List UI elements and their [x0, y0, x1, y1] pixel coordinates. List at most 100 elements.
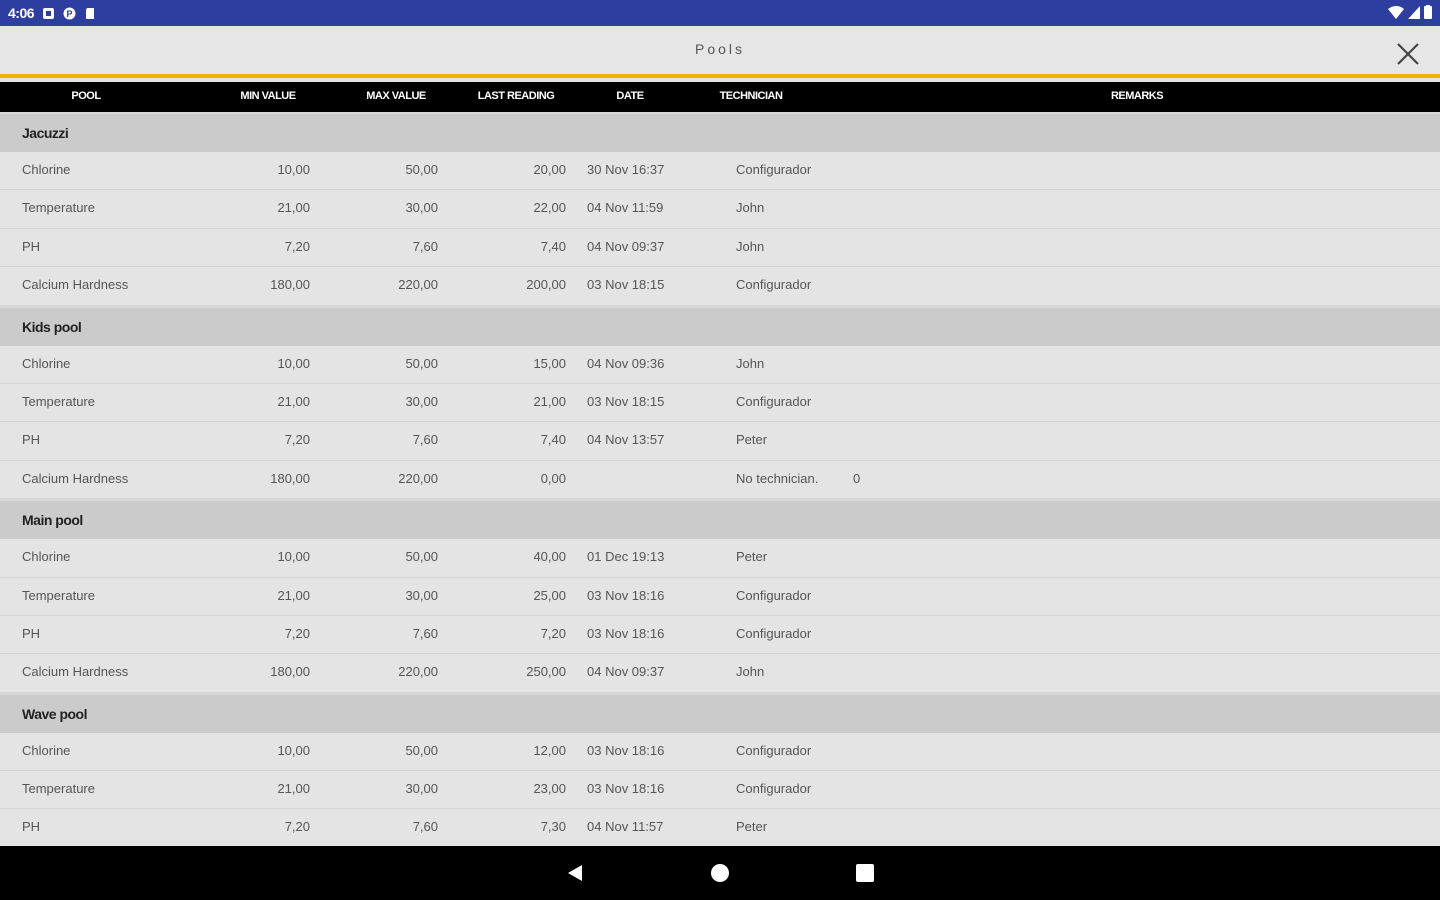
group-header[interactable]: Main pool [0, 499, 1440, 540]
cell-technician: Configurador [736, 625, 812, 641]
table-row[interactable]: PH 7,20 7,60 7,40 04 Nov 13:57 Peter [0, 422, 1440, 461]
cell-technician: No technician. [736, 470, 819, 486]
group-name: Wave pool [22, 705, 88, 722]
cell-max-value: 50,00 [405, 355, 438, 371]
notification-icon [43, 7, 55, 19]
group-name: Main pool [22, 512, 83, 529]
cell-last-reading: 7,40 [540, 432, 566, 448]
cell-remarks: 0 [853, 470, 861, 486]
navigation-bar [0, 846, 1440, 900]
table-row[interactable]: Chlorine 10,00 50,00 40,00 01 Dec 19:13 … [0, 539, 1440, 578]
cell-min-value: 10,00 [277, 162, 310, 177]
cell-last-reading: 7,20 [540, 625, 566, 641]
cell-max-value: 30,00 [405, 200, 438, 216]
group-header[interactable]: Wave pool [0, 692, 1440, 733]
cell-technician: John [736, 238, 765, 254]
column-header-date: DATE [616, 90, 644, 102]
table-row[interactable]: Calcium Hardness 180,00 220,00 0,00 No t… [0, 460, 1440, 500]
table-row[interactable]: Temperature 21,00 30,00 21,00 03 Nov 18:… [0, 383, 1440, 423]
cell-technician: John [736, 355, 765, 371]
cell-date: 01 Dec 19:13 [587, 549, 665, 565]
cell-date: 03 Nov 18:16 [587, 625, 665, 641]
cell-last-reading: 200,00 [526, 277, 566, 293]
table-row[interactable]: PH 7,20 7,60 7,40 04 Nov 09:37 John [0, 228, 1440, 268]
group-header[interactable]: Jacuzzi [0, 112, 1440, 152]
cell-date: 04 Nov 11:59 [587, 200, 664, 216]
cell-min-value: 21,00 [277, 200, 310, 216]
cell-last-reading: 23,00 [533, 781, 566, 797]
sd-card-icon [86, 7, 95, 19]
cell-max-value: 7,60 [412, 625, 438, 641]
group-name: Jacuzzi [22, 125, 69, 141]
cell-technician: John [736, 200, 765, 216]
cell-last-reading: 7,40 [540, 238, 566, 254]
cell-parameter: Temperature [22, 200, 95, 216]
cell-min-value: 21,00 [277, 393, 310, 409]
cell-date: 04 Nov 11:57 [587, 819, 664, 835]
cell-last-reading: 40,00 [533, 549, 566, 565]
cell-date: 30 Nov 16:37 [587, 162, 665, 177]
table-header: POOL MIN VALUE MAX VALUE LAST READING DA… [0, 82, 1440, 112]
cell-max-value: 220,00 [398, 277, 438, 293]
cell-max-value: 30,00 [405, 393, 438, 409]
cell-last-reading: 21,00 [533, 393, 566, 409]
table-row[interactable]: Temperature 21,00 30,00 23,00 03 Nov 18:… [0, 771, 1440, 810]
status-bar: 4:06 P [0, 0, 1440, 26]
cell-min-value: 10,00 [277, 742, 310, 758]
cell-parameter: PH [22, 625, 41, 641]
cell-parameter: Temperature [22, 781, 95, 797]
table-row[interactable]: Temperature 21,00 30,00 25,00 03 Nov 18:… [0, 577, 1440, 616]
table-row[interactable]: Temperature 21,00 30,00 22,00 04 Nov 11:… [0, 190, 1440, 229]
column-header-remarks: REMARKS [1110, 90, 1164, 102]
table-row[interactable]: Chlorine 10,00 50,00 15,00 04 Nov 09:36 … [0, 345, 1440, 384]
cell-technician: Configurador [736, 162, 812, 177]
table-row[interactable]: Chlorine 10,00 50,00 12,00 03 Nov 18:16 … [0, 732, 1440, 772]
cell-max-value: 30,00 [405, 781, 438, 797]
table-row[interactable]: Calcium Hardness 180,00 220,00 200,00 03… [0, 267, 1440, 306]
cell-max-value: 220,00 [398, 470, 438, 486]
recents-icon[interactable] [855, 863, 875, 883]
back-icon[interactable] [565, 863, 585, 883]
cell-min-value: 10,00 [277, 355, 310, 371]
cell-technician: Configurador [736, 393, 812, 409]
cell-max-value: 7,60 [412, 238, 438, 254]
cell-parameter: PH [22, 432, 41, 448]
cell-parameter: Calcium Hardness [22, 664, 129, 680]
column-header-pool: POOL [71, 90, 101, 102]
cell-min-value: 180,00 [270, 277, 310, 293]
group-name: Kids pool [22, 318, 82, 335]
cell-technician: Peter [736, 432, 768, 448]
cell-parameter: Chlorine [22, 742, 71, 758]
cell-technician: John [736, 664, 765, 680]
cell-date: 03 Nov 18:15 [587, 277, 665, 293]
cell-last-reading: 20,00 [533, 162, 566, 177]
cell-max-value: 30,00 [405, 587, 438, 603]
cell-min-value: 7,20 [284, 625, 310, 641]
column-header-technician: TECHNICIAN [719, 90, 783, 102]
group-header[interactable]: Kids pool [0, 305, 1440, 346]
table-row[interactable]: Chlorine 10,00 50,00 20,00 30 Nov 16:37 … [0, 152, 1440, 191]
cell-last-reading: 15,00 [533, 355, 566, 371]
cell-date: 03 Nov 18:15 [587, 393, 665, 409]
table-row[interactable]: PH 7,20 7,60 7,20 03 Nov 18:16 Configura… [0, 615, 1440, 655]
cell-date: 04 Nov 09:37 [587, 238, 665, 254]
battery-icon [1424, 5, 1432, 19]
cell-date: 04 Nov 13:57 [587, 432, 665, 448]
home-icon[interactable] [710, 863, 730, 883]
close-icon[interactable] [1394, 40, 1422, 68]
cell-last-reading: 12,00 [533, 742, 566, 758]
cell-technician: Configurador [736, 781, 812, 797]
cell-parameter: Temperature [22, 587, 95, 603]
cell-parameter: Calcium Hardness [22, 277, 129, 293]
table-row[interactable]: PH 7,20 7,60 7,30 04 Nov 11:57 Peter [0, 809, 1440, 848]
cell-last-reading: 22,00 [533, 200, 566, 216]
cell-parameter: Chlorine [22, 549, 71, 565]
cell-max-value: 220,00 [398, 664, 438, 680]
cell-date: 03 Nov 18:16 [587, 781, 665, 797]
table-row[interactable]: Calcium Hardness 180,00 220,00 250,00 04… [0, 654, 1440, 693]
cell-last-reading: 250,00 [526, 664, 566, 680]
cell-min-value: 10,00 [277, 549, 310, 565]
signal-icon [1408, 5, 1420, 19]
cell-max-value: 7,60 [412, 819, 438, 835]
cell-last-reading: 25,00 [533, 587, 566, 603]
